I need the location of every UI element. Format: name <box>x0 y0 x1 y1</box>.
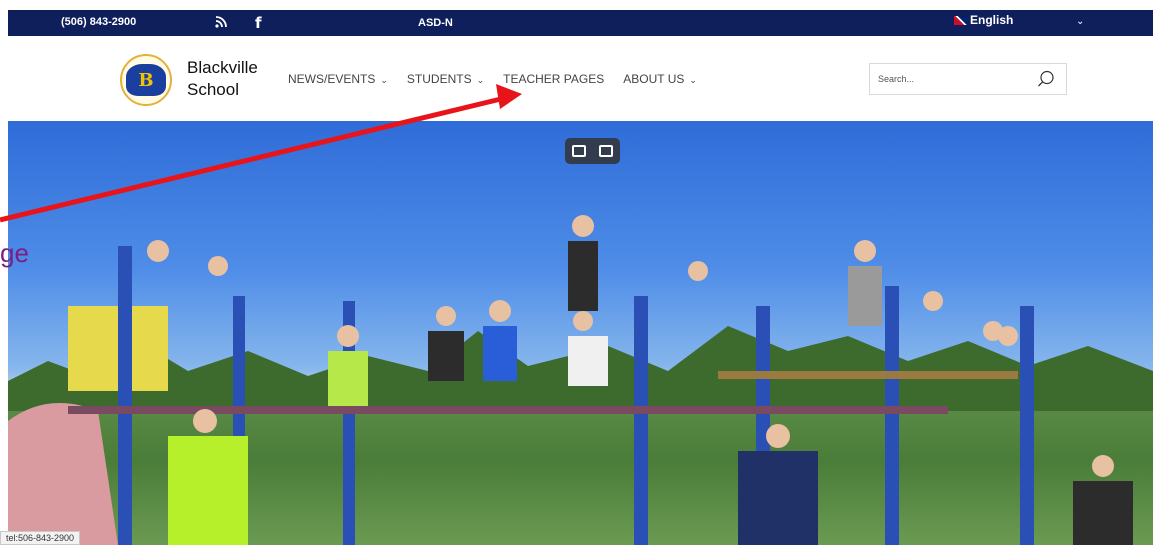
search-input[interactable] <box>870 64 1020 94</box>
nav-item-news-events[interactable]: NEWS/EVENTS ⌄ <box>288 72 388 86</box>
nav-label: ABOUT US <box>623 72 685 86</box>
video-controls[interactable] <box>565 138 620 164</box>
chevron-down-icon: ⌄ <box>380 75 388 85</box>
school-logo[interactable]: B <box>120 54 172 106</box>
site-name-line1: Blackville <box>187 58 258 77</box>
district-link[interactable]: ASD-N <box>418 17 453 29</box>
top-bar: (506) 843-2900 f ASD-N English ⌄ <box>8 10 1153 36</box>
site-name[interactable]: Blackville School <box>187 57 258 101</box>
chevron-down-icon: ⌄ <box>689 75 697 85</box>
nav-label: TEACHER PAGES <box>503 72 605 86</box>
nav-item-students[interactable]: STUDENTS ⌄ <box>407 72 484 86</box>
nav-label: NEWS/EVENTS <box>288 72 376 86</box>
site-header: B Blackville School NEWS/EVENTS ⌄ STUDENT… <box>8 36 1153 121</box>
playground-photo <box>8 215 1133 545</box>
uk-flag-icon <box>954 15 968 25</box>
picture-in-picture-icon[interactable] <box>571 145 586 157</box>
language-label: English <box>970 13 1014 27</box>
search-box <box>869 63 1067 95</box>
chevron-down-icon[interactable]: ⌄ <box>1076 16 1084 27</box>
status-bar-url: tel:506-843-2900 <box>0 531 81 545</box>
nav-item-about-us[interactable]: ABOUT US ⌄ <box>623 72 697 86</box>
hero-image <box>8 121 1153 545</box>
nav-item-teacher-pages[interactable]: TEACHER PAGES <box>503 72 604 86</box>
logo-emblem: B <box>126 64 166 96</box>
site-name-line2: School <box>187 80 239 99</box>
chevron-down-icon: ⌄ <box>476 75 485 85</box>
facebook-icon[interactable]: f <box>255 14 262 32</box>
search-icon[interactable] <box>1037 70 1055 88</box>
main-nav: NEWS/EVENTS ⌄ STUDENTS ⌄ TEACHER PAGES ABO… <box>288 72 716 86</box>
nav-label: STUDENTS <box>406 72 472 86</box>
rss-icon[interactable] <box>215 16 227 31</box>
annotation-text-fragment: ge <box>0 238 29 268</box>
video-play-icon[interactable] <box>599 145 614 157</box>
language-selector[interactable]: English <box>954 13 1013 27</box>
phone-link[interactable]: (506) 843-2900 <box>61 16 136 28</box>
